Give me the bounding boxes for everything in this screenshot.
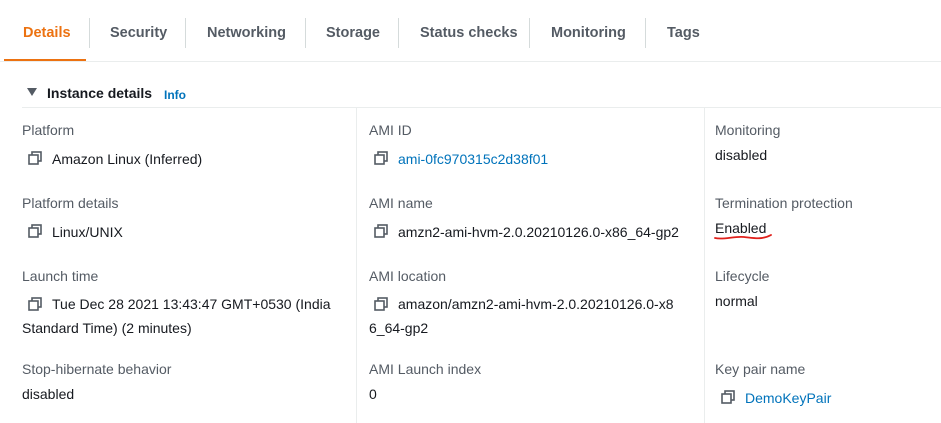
ami-id-link[interactable]: ami-0fc970315c2d38f01 — [398, 151, 548, 167]
copy-icon[interactable] — [374, 151, 388, 165]
tab-divider — [529, 18, 530, 48]
tab-storage[interactable]: Storage — [326, 0, 380, 62]
column-divider — [356, 108, 357, 423]
platform-label: Platform — [22, 122, 75, 138]
key-pair-label: Key pair name — [715, 361, 806, 377]
tab-divider — [89, 18, 90, 48]
tab-monitoring[interactable]: Monitoring — [551, 0, 626, 62]
monitoring-value: disabled — [715, 147, 768, 163]
stop-hibernate-value: disabled — [22, 386, 75, 402]
info-link[interactable]: Info — [164, 88, 186, 102]
tab-details[interactable]: Details — [23, 0, 71, 62]
section-divider — [22, 107, 941, 108]
monitoring-label: Monitoring — [715, 122, 781, 138]
tabs-divider — [0, 61, 941, 62]
instance-details-header: Instance details Info — [22, 82, 922, 106]
tab-bar: Details Security Networking Storage Stat… — [0, 0, 941, 62]
ami-location-label: AMI location — [369, 268, 447, 284]
ami-name-value: amzn2-ami-hvm-2.0.20210126.0-x86_64-gp2 — [398, 224, 679, 240]
tab-networking[interactable]: Networking — [207, 0, 286, 62]
lifecycle-label: Lifecycle — [715, 268, 770, 284]
platform-value: Amazon Linux (Inferred) — [52, 151, 203, 167]
copy-icon[interactable] — [28, 151, 42, 165]
caret-down-icon[interactable] — [27, 88, 37, 96]
tab-divider — [645, 18, 646, 48]
tab-divider — [305, 18, 306, 48]
ami-launch-index-value: 0 — [369, 386, 377, 402]
platform-details-label: Platform details — [22, 195, 119, 211]
ami-launch-index-label: AMI Launch index — [369, 361, 482, 377]
tab-status-checks[interactable]: Status checks — [420, 0, 518, 62]
launch-time-value: Tue Dec 28 2021 13:43:47 GMT+0530 (India… — [22, 296, 331, 336]
tab-divider — [398, 18, 399, 48]
platform-details-value: Linux/UNIX — [52, 224, 123, 240]
ami-id-label: AMI ID — [369, 122, 412, 138]
lifecycle-value: normal — [715, 293, 758, 309]
red-annotation-underline — [714, 234, 772, 240]
copy-icon[interactable] — [28, 224, 42, 238]
tab-security[interactable]: Security — [110, 0, 167, 62]
section-title[interactable]: Instance details — [47, 85, 152, 101]
launch-time-label: Launch time — [22, 268, 99, 284]
key-pair-link[interactable]: DemoKeyPair — [745, 390, 831, 406]
ami-name-label: AMI name — [369, 195, 433, 211]
ami-location-value: amazon/amzn2-ami-hvm-2.0.20210126.0-x86_… — [369, 296, 674, 336]
termination-protection-label: Termination protection — [715, 195, 853, 211]
column-divider — [704, 108, 705, 423]
stop-hibernate-label: Stop-hibernate behavior — [22, 361, 172, 377]
tab-divider — [185, 18, 186, 48]
tab-tags[interactable]: Tags — [667, 0, 700, 62]
copy-icon[interactable] — [721, 390, 735, 404]
copy-icon[interactable] — [374, 224, 388, 238]
